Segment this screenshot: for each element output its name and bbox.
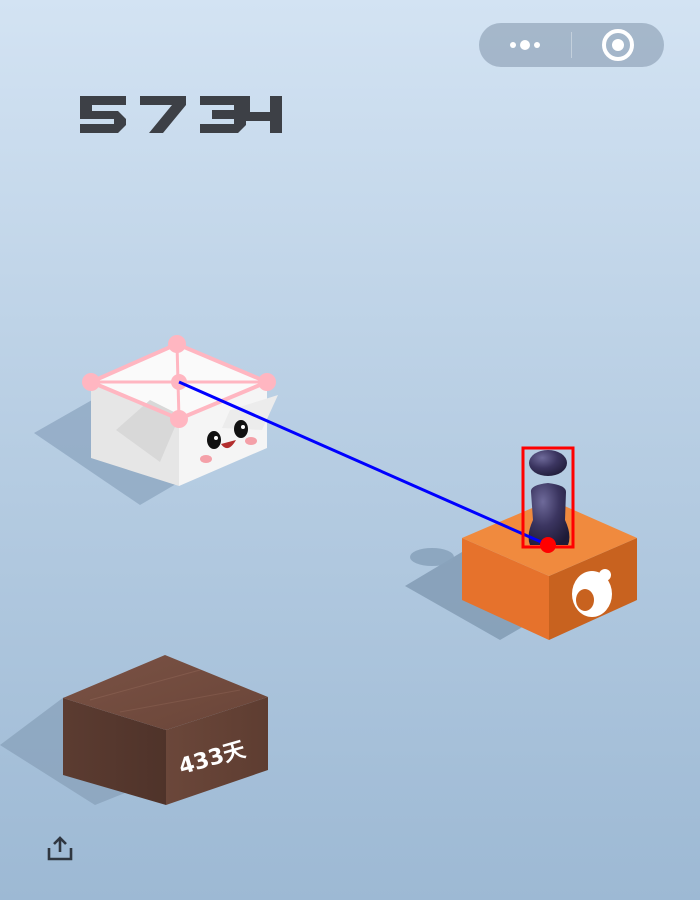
game-scene[interactable]: 5734 xyxy=(0,0,700,900)
share-button[interactable] xyxy=(46,836,74,862)
wood-block: 433天 xyxy=(63,655,268,805)
menu-capsule xyxy=(479,23,664,67)
more-dots-icon xyxy=(510,40,540,50)
score-display xyxy=(80,96,282,133)
close-target-icon xyxy=(602,29,634,61)
trajectory-line xyxy=(178,380,549,547)
close-button[interactable] xyxy=(572,23,664,67)
more-button[interactable] xyxy=(479,23,571,67)
target-block xyxy=(82,335,278,486)
share-icon xyxy=(47,836,73,861)
player-piece xyxy=(528,450,570,545)
player-shadow xyxy=(410,548,454,566)
player-anchor-dot xyxy=(540,537,556,553)
